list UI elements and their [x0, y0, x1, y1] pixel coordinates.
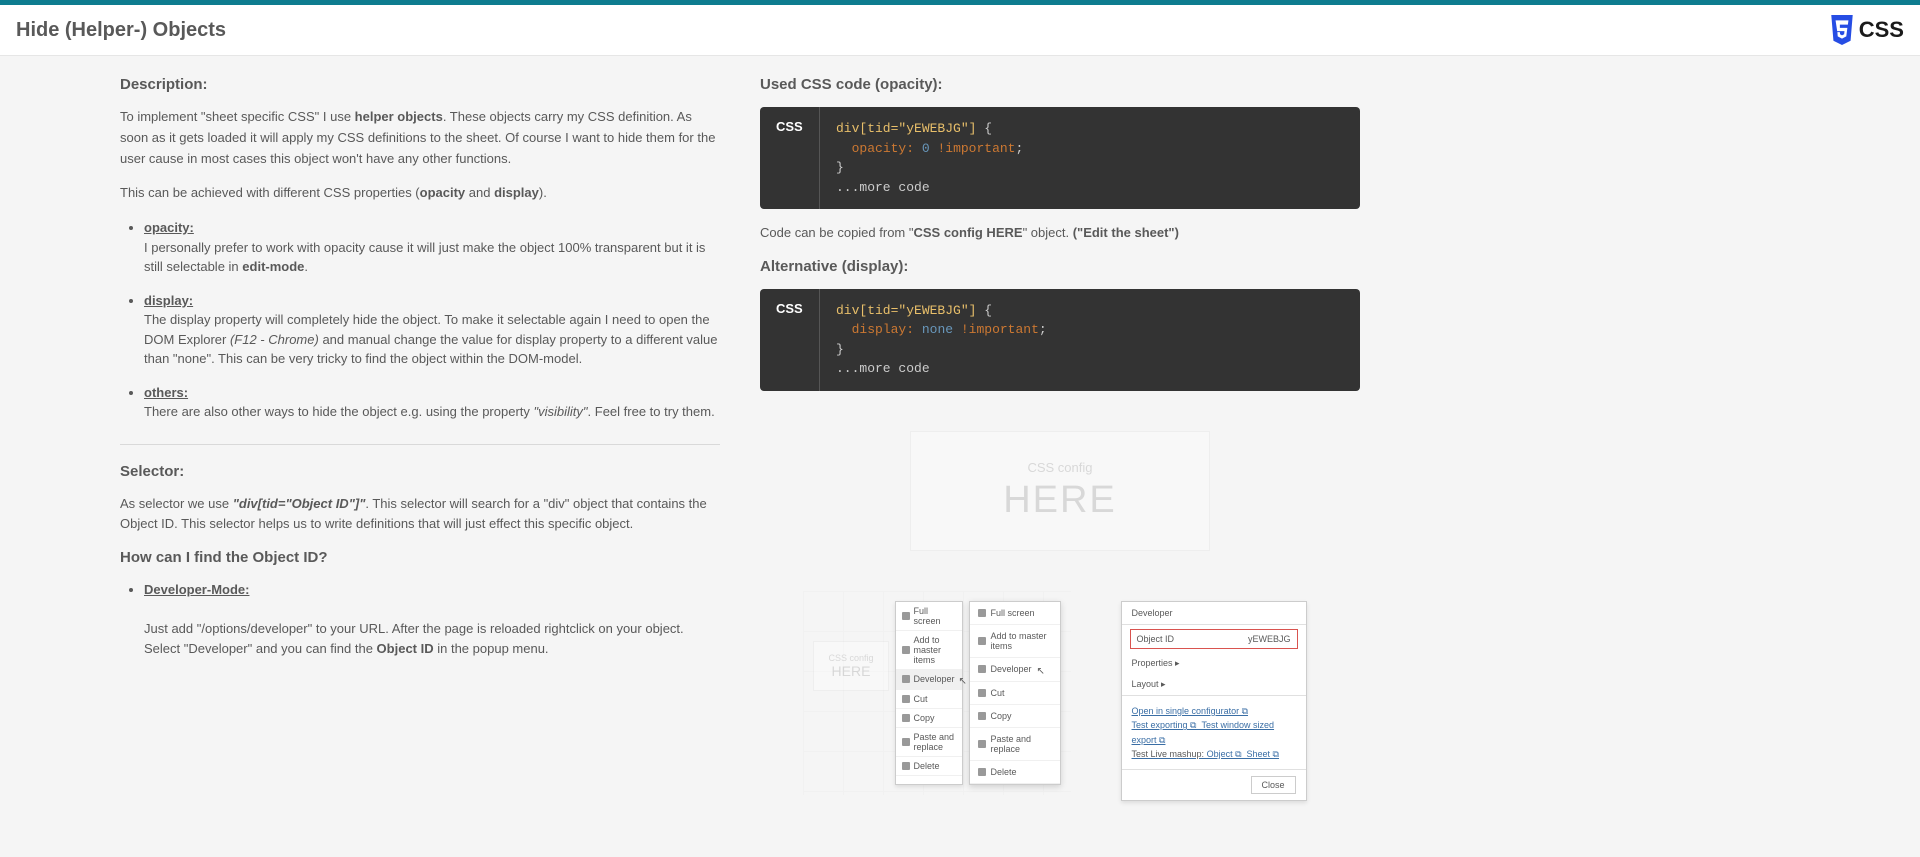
dev-mode-item: Developer-Mode: Just add "/options/devel… — [144, 580, 720, 658]
code-block-display: CSS div[tid="yEWEBJG"] { display: none !… — [760, 289, 1360, 391]
right-column: Used CSS code (opacity): CSS div[tid="yE… — [760, 76, 1360, 801]
code-heading-1: Used CSS code (opacity): — [760, 76, 1360, 93]
ctx-fullscreen[interactable]: Full screen — [896, 602, 962, 631]
link-mashup-object[interactable]: Object ⧉ — [1207, 749, 1242, 759]
css-shield-icon — [1829, 15, 1855, 45]
screenshot-row: CSS config HERE Full screen Add to maste… — [760, 601, 1360, 802]
description-heading: Description: — [120, 76, 720, 93]
selector-p1: As selector we use "div[tid="Object ID"]… — [120, 494, 720, 536]
dev-links: Open in single configurator ⧉ Test expor… — [1122, 695, 1306, 770]
scissors-icon — [902, 695, 910, 703]
dev-panel-footer: Close — [1122, 769, 1306, 800]
scissors-icon — [978, 689, 986, 697]
object-id-row: Object ID yEWEBJG — [1130, 629, 1298, 649]
link-icon — [978, 637, 986, 645]
ctx2-paste[interactable]: Paste and replace — [970, 728, 1060, 761]
mini-config-box: CSS config HERE — [813, 641, 888, 691]
page-title: Hide (Helper-) Objects — [16, 19, 226, 42]
ctx-delete[interactable]: Delete — [896, 757, 962, 776]
trash-icon — [902, 762, 910, 770]
divider — [120, 444, 720, 445]
ctx2-copy[interactable]: Copy — [970, 705, 1060, 728]
code-block-opacity: CSS div[tid="yEWEBJG"] { opacity: 0 !imp… — [760, 107, 1360, 209]
css-config-box: CSS config HERE — [910, 431, 1210, 551]
main-container: Description: To implement "sheet specifi… — [0, 56, 1560, 821]
others-item: others: There are also other ways to hid… — [144, 383, 720, 422]
link-mashup-sheet[interactable]: Sheet ⧉ — [1247, 749, 1279, 759]
fullscreen-icon — [978, 609, 986, 617]
cursor-icon: ↖ — [959, 676, 967, 687]
css-logo: CSS — [1829, 15, 1904, 45]
dev-panel-title: Developer — [1122, 602, 1306, 625]
link-configurator[interactable]: Open in single configurator ⧉ — [1132, 704, 1296, 718]
screenshot-context-menus: CSS config HERE Full screen Add to maste… — [813, 601, 1060, 785]
layout-row[interactable]: Layout ▸ — [1122, 674, 1306, 695]
cursor-icon: ↖ — [1037, 666, 1045, 677]
copy-icon — [978, 712, 986, 720]
context-menu-small: Full screen Add to master items Develope… — [895, 601, 963, 785]
opacity-item: opacity: I personally prefer to work wit… — [144, 218, 720, 277]
object-id-value: yEWEBJG — [1248, 634, 1291, 644]
config-small: CSS config — [951, 460, 1169, 475]
copy-note: Code can be copied from "CSS config HERE… — [760, 223, 1360, 244]
code-lang-label-2: CSS — [760, 289, 820, 391]
ctx-copy[interactable]: Copy — [896, 709, 962, 728]
properties-row[interactable]: Properties ▸ — [1122, 653, 1306, 674]
object-id-label: Object ID — [1137, 634, 1175, 644]
link-icon — [902, 646, 910, 654]
paste-icon — [902, 738, 910, 746]
ctx2-delete[interactable]: Delete — [970, 761, 1060, 784]
trash-icon — [978, 768, 986, 776]
context-menu-large: Full screen Add to master items Develope… — [969, 601, 1061, 785]
copy-icon — [902, 714, 910, 722]
ctx-add-master[interactable]: Add to master items — [896, 631, 962, 670]
code-content-1: div[tid="yEWEBJG"] { opacity: 0 !importa… — [820, 107, 1039, 209]
description-p2: This can be achieved with different CSS … — [120, 183, 720, 204]
config-big: HERE — [951, 479, 1169, 522]
code-content-2: div[tid="yEWEBJG"] { display: none !impo… — [820, 289, 1063, 391]
link-test-export[interactable]: Test exporting ⧉ — [1132, 720, 1197, 730]
find-id-heading: How can I find the Object ID? — [120, 549, 720, 566]
display-item: display: The display property will compl… — [144, 291, 720, 369]
ctx2-fullscreen[interactable]: Full screen — [970, 602, 1060, 625]
ctx2-developer[interactable]: Developer↖ — [970, 658, 1060, 682]
selector-heading: Selector: — [120, 463, 720, 480]
paste-icon — [978, 740, 986, 748]
developer-panel: Developer Object ID yEWEBJG Properties ▸… — [1121, 601, 1307, 802]
page-header: Hide (Helper-) Objects CSS — [0, 5, 1920, 56]
fullscreen-icon — [902, 612, 910, 620]
property-list: opacity: I personally prefer to work wit… — [120, 218, 720, 422]
ctx-cut[interactable]: Cut — [896, 690, 962, 709]
ctx2-cut[interactable]: Cut — [970, 682, 1060, 705]
code-heading-2: Alternative (display): — [760, 258, 1360, 275]
ctx-paste[interactable]: Paste and replace — [896, 728, 962, 757]
find-id-list: Developer-Mode: Just add "/options/devel… — [120, 580, 720, 658]
left-column: Description: To implement "sheet specifi… — [120, 76, 720, 801]
ctx-developer[interactable]: Developer↖ — [896, 670, 962, 690]
code-lang-label: CSS — [760, 107, 820, 209]
css-logo-text: CSS — [1859, 17, 1904, 43]
description-p1: To implement "sheet specific CSS" I use … — [120, 107, 720, 169]
gear-icon — [978, 665, 986, 673]
close-button[interactable]: Close — [1251, 776, 1296, 794]
gear-icon — [902, 675, 910, 683]
ctx2-add-master[interactable]: Add to master items — [970, 625, 1060, 658]
